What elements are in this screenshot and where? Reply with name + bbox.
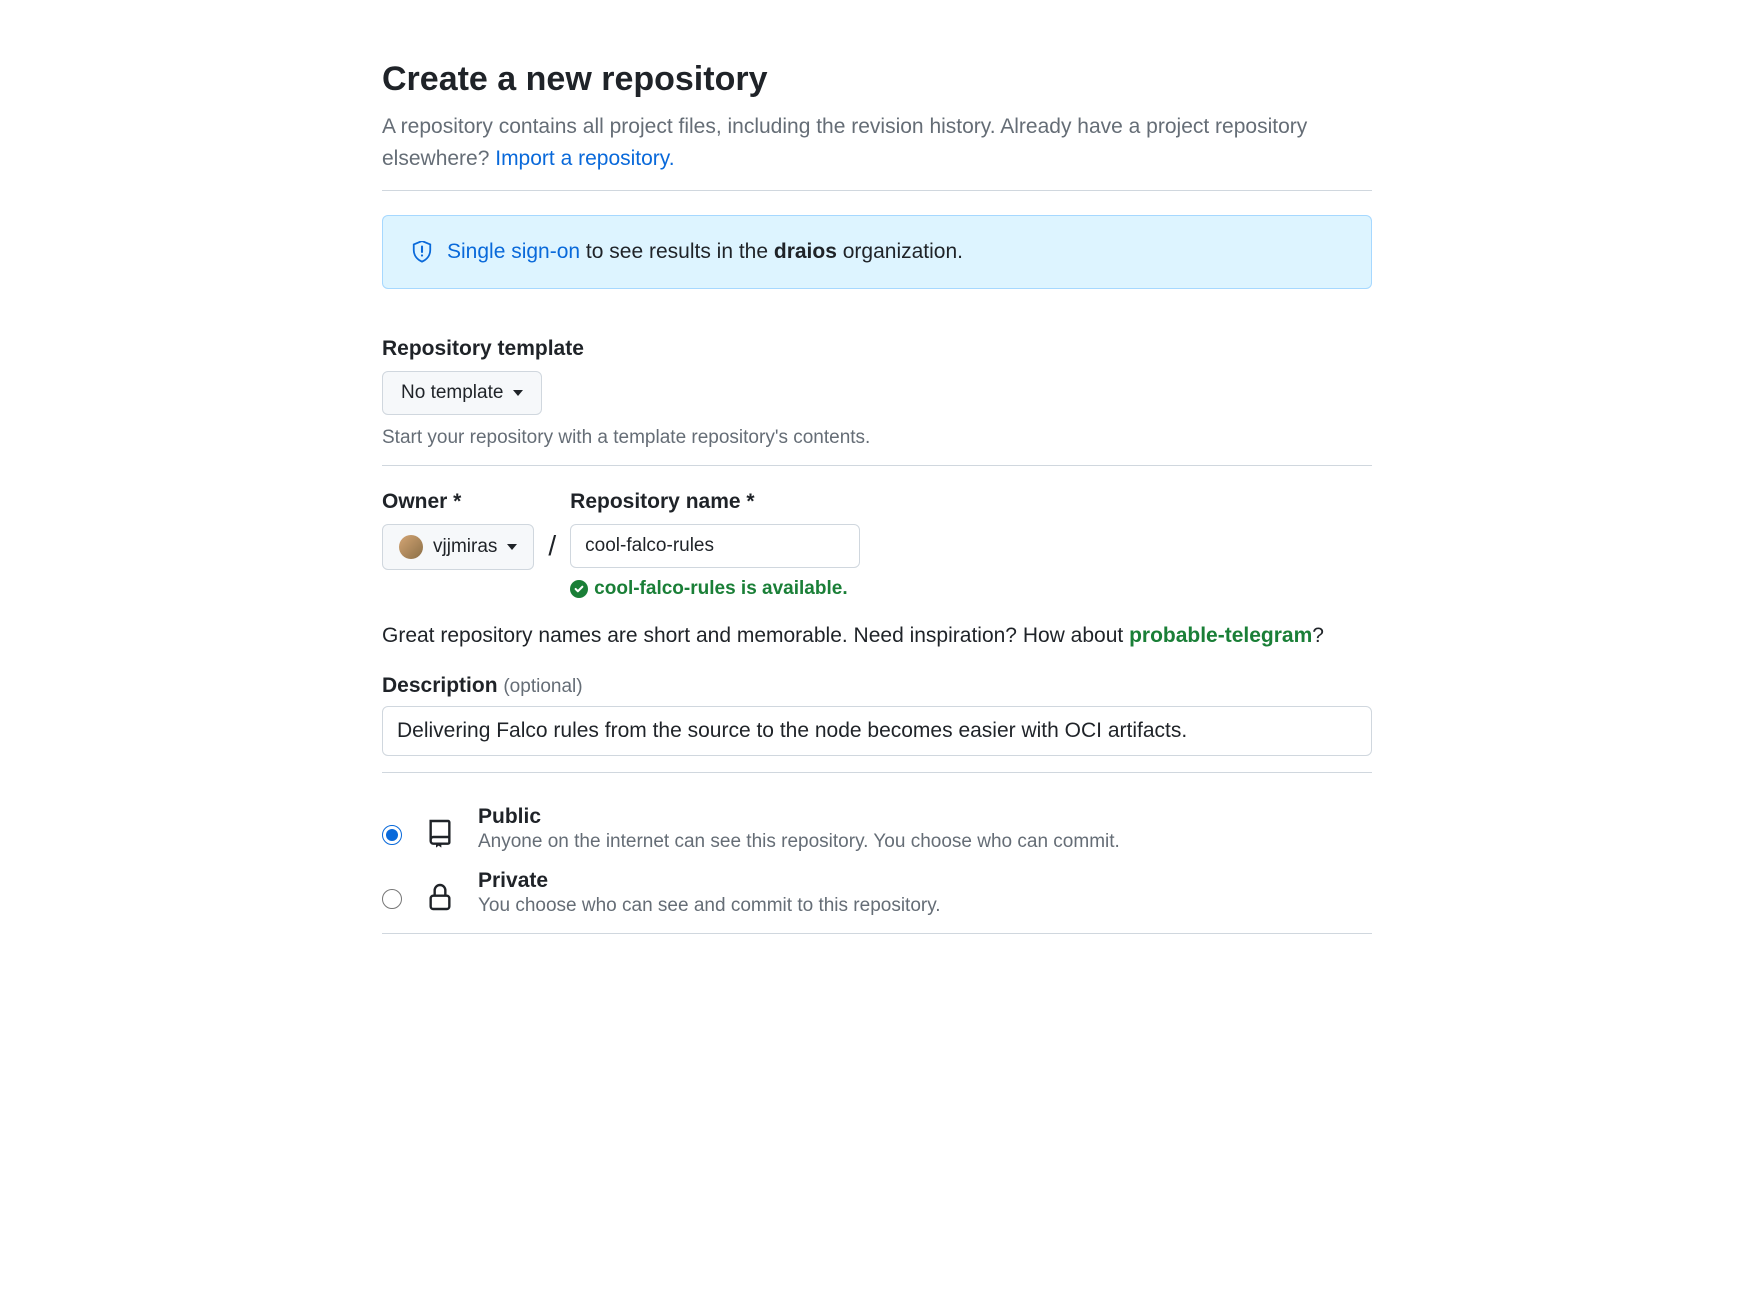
visibility-public-option[interactable]: Public Anyone on the internet can see th… — [382, 797, 1372, 861]
description-label: Description (optional) — [382, 674, 1372, 698]
name-suggestion[interactable]: probable-telegram — [1129, 624, 1312, 647]
sso-link[interactable]: Single sign-on — [447, 240, 580, 263]
public-radio[interactable] — [382, 825, 402, 845]
owner-username: vjjmiras — [433, 536, 497, 558]
slash-separator: / — [548, 530, 556, 562]
divider — [382, 772, 1372, 773]
repo-name-input[interactable] — [570, 524, 860, 568]
description-label-text: Description — [382, 674, 503, 697]
import-repository-link[interactable]: Import a repository. — [495, 147, 674, 170]
inspiration-prefix: Great repository names are short and mem… — [382, 624, 1129, 647]
template-select[interactable]: No template — [382, 371, 542, 415]
visibility-private-option[interactable]: Private You choose who can see and commi… — [382, 861, 1372, 925]
template-label: Repository template — [382, 337, 1372, 361]
divider — [382, 190, 1372, 191]
avatar — [399, 535, 423, 559]
public-description: Anyone on the internet can see this repo… — [478, 831, 1372, 853]
chevron-down-icon — [513, 390, 523, 396]
page-title: Create a new repository — [382, 60, 1372, 99]
banner-text: Single sign-on to see results in the dra… — [447, 240, 963, 264]
private-title: Private — [478, 869, 1372, 893]
optional-hint: (optional) — [503, 676, 582, 697]
banner-org: draios — [774, 240, 837, 263]
shield-alert-icon — [411, 241, 433, 263]
sso-banner: Single sign-on to see results in the dra… — [382, 215, 1372, 289]
banner-suffix: organization. — [837, 240, 963, 263]
availability-text: cool-falco-rules is available. — [594, 578, 847, 600]
lock-icon — [424, 881, 456, 913]
repo-icon — [424, 817, 456, 849]
template-selected-value: No template — [401, 382, 503, 404]
description-input[interactable] — [382, 706, 1372, 756]
check-circle-icon — [570, 580, 588, 598]
page-subtitle: A repository contains all project files,… — [382, 111, 1372, 174]
owner-label: Owner * — [382, 490, 534, 514]
inspiration-text: Great repository names are short and mem… — [382, 620, 1372, 652]
owner-select[interactable]: vjjmiras — [382, 524, 534, 570]
private-description: You choose who can see and commit to thi… — [478, 895, 1372, 917]
banner-middle: to see results in the — [580, 240, 774, 263]
template-hint: Start your repository with a template re… — [382, 427, 1372, 449]
public-title: Public — [478, 805, 1372, 829]
chevron-down-icon — [507, 544, 517, 550]
private-radio[interactable] — [382, 889, 402, 909]
availability-message: cool-falco-rules is available. — [570, 578, 860, 600]
repo-name-label: Repository name * — [570, 490, 860, 514]
divider — [382, 933, 1372, 934]
divider — [382, 465, 1372, 466]
inspiration-suffix: ? — [1312, 624, 1324, 647]
